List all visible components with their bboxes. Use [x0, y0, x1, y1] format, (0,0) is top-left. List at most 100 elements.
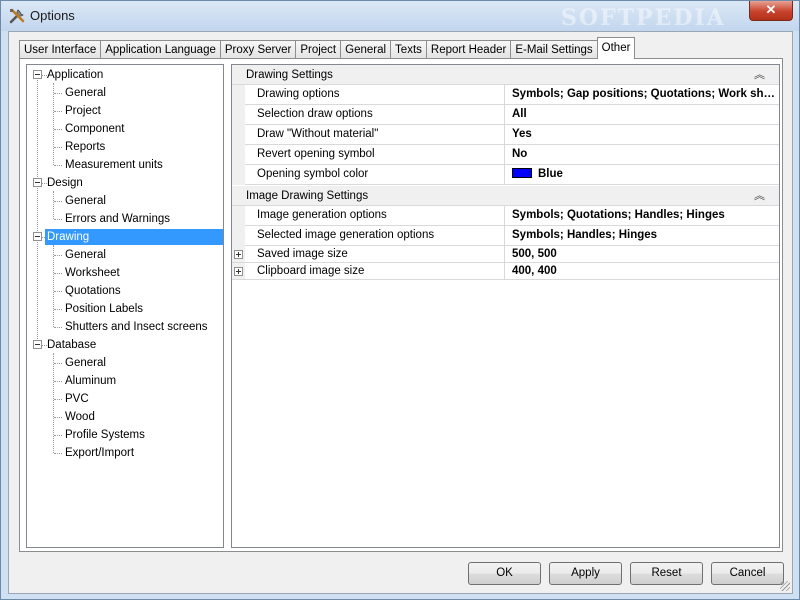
tab-general[interactable]: General: [340, 40, 392, 59]
property-value[interactable]: 400, 400: [508, 263, 778, 279]
tree-connector: [54, 435, 62, 436]
reset-button[interactable]: Reset: [630, 562, 703, 585]
options-window: Options SOFTPEDIA ✕ User Interface Appli…: [0, 0, 800, 600]
tab-application-language[interactable]: Application Language: [100, 40, 221, 59]
tree-item-wood[interactable]: Wood: [63, 409, 97, 425]
tree-item-database-general[interactable]: General: [63, 355, 108, 371]
tree-connector: [54, 417, 62, 418]
tree-item-errors-warnings[interactable]: Errors and Warnings: [63, 211, 172, 227]
property-name: Opening symbol color: [245, 165, 505, 184]
tree-branch-line: [53, 245, 54, 327]
category-drawing-settings[interactable]: Drawing Settings ︽: [232, 65, 779, 85]
tree-item-worksheet[interactable]: Worksheet: [63, 265, 122, 281]
window-title: Options: [30, 8, 75, 23]
tab-panel-other: Application General Project Component Re…: [19, 58, 783, 552]
property-value[interactable]: 500, 500: [508, 246, 778, 262]
tree-connector: [54, 273, 62, 274]
ok-button[interactable]: OK: [468, 562, 541, 585]
tree-item-project[interactable]: Project: [63, 103, 103, 119]
collapse-icon[interactable]: [33, 70, 42, 79]
tree-item-shutters-insect-screens[interactable]: Shutters and Insect screens: [63, 319, 210, 335]
tab-other[interactable]: Other: [596, 37, 636, 59]
property-row[interactable]: Selected image generation options Symbol…: [245, 226, 779, 246]
tree-item-application-general[interactable]: General: [63, 85, 108, 101]
tree-connector: [54, 453, 62, 454]
tree-connector: [54, 327, 62, 328]
tree-item-position-labels[interactable]: Position Labels: [63, 301, 145, 317]
tree-branch-line: [53, 353, 54, 453]
tree-branch-line: [53, 191, 54, 219]
tree-connector: [54, 201, 62, 202]
tree-connector: [54, 309, 62, 310]
property-row[interactable]: Drawing options Symbols; Gap positions; …: [245, 85, 779, 105]
property-row[interactable]: Revert opening symbol No: [245, 145, 779, 165]
tree-connector: [54, 291, 62, 292]
tree-connector: [54, 129, 62, 130]
tab-email-settings[interactable]: E-Mail Settings: [510, 40, 598, 59]
tab-texts[interactable]: Texts: [390, 40, 427, 59]
tree-connector: [54, 165, 62, 166]
close-button[interactable]: ✕: [749, 1, 793, 21]
resize-grip-icon[interactable]: [780, 581, 790, 591]
collapse-chevron-icon[interactable]: ︽: [754, 65, 765, 85]
property-row[interactable]: Draw "Without material" Yes: [245, 125, 779, 145]
tree-connector: [54, 93, 62, 94]
tab-project[interactable]: Project: [295, 40, 342, 59]
property-value[interactable]: All: [508, 105, 778, 124]
property-name: Selection draw options: [245, 105, 505, 124]
tree-item-measurement-units[interactable]: Measurement units: [63, 157, 165, 173]
tree-item-database[interactable]: Database: [45, 337, 98, 353]
property-value[interactable]: Symbols; Quotations; Handles; Hinges: [508, 206, 778, 225]
apply-button[interactable]: Apply: [549, 562, 622, 585]
tree-connector: [54, 255, 62, 256]
dialog-client: User Interface Application Language Prox…: [8, 31, 793, 594]
property-name: Revert opening symbol: [245, 145, 505, 164]
tree-connector: [54, 219, 62, 220]
property-value[interactable]: Yes: [508, 125, 778, 144]
property-value[interactable]: Symbols; Handles; Hinges: [508, 226, 778, 245]
watermark: SOFTPEDIA: [561, 5, 726, 31]
collapse-icon[interactable]: [33, 232, 42, 241]
tab-proxy-server[interactable]: Proxy Server: [219, 40, 297, 59]
property-row[interactable]: Image generation options Symbols; Quotat…: [245, 206, 779, 226]
property-row[interactable]: Opening symbol color Blue: [245, 165, 779, 185]
collapse-chevron-icon[interactable]: ︽: [754, 186, 765, 206]
cancel-button[interactable]: Cancel: [711, 562, 784, 585]
tree-item-design[interactable]: Design: [45, 175, 85, 191]
property-value[interactable]: Symbols; Gap positions; Quotations; Work…: [508, 85, 778, 104]
tree-connector: [54, 147, 62, 148]
tree-item-profile-systems[interactable]: Profile Systems: [63, 427, 147, 443]
tree-item-component[interactable]: Component: [63, 121, 126, 137]
tab-report-header[interactable]: Report Header: [425, 40, 512, 59]
tree-connector: [54, 381, 62, 382]
tree-item-application[interactable]: Application: [45, 67, 105, 83]
tree-item-export-import[interactable]: Export/Import: [63, 445, 136, 461]
property-row-expandable[interactable]: Clipboard image size 400, 400: [232, 263, 779, 280]
property-grid: Drawing Settings ︽ Drawing options Symbo…: [231, 64, 780, 548]
title-bar[interactable]: Options SOFTPEDIA ✕: [1, 1, 799, 31]
collapse-icon[interactable]: [33, 178, 42, 187]
grid-margin: [232, 85, 245, 185]
collapse-icon[interactable]: [33, 340, 42, 349]
tree-item-quotations[interactable]: Quotations: [63, 283, 123, 299]
color-name: Blue: [538, 168, 563, 180]
tree-branch-line: [53, 83, 54, 165]
tree-item-aluminum[interactable]: Aluminum: [63, 373, 118, 389]
property-row-expandable[interactable]: Saved image size 500, 500: [232, 246, 779, 263]
tree-item-drawing-general[interactable]: General: [63, 247, 108, 263]
tree-item-design-general[interactable]: General: [63, 193, 108, 209]
tree-item-pvc[interactable]: PVC: [63, 391, 91, 407]
tree-connector: [54, 363, 62, 364]
tools-icon: [9, 8, 25, 24]
property-value[interactable]: Blue: [508, 165, 778, 184]
tree-item-reports[interactable]: Reports: [63, 139, 107, 155]
category-image-drawing-settings[interactable]: Image Drawing Settings ︽: [232, 186, 779, 206]
property-name: Image generation options: [245, 206, 505, 225]
tree-item-drawing[interactable]: Drawing: [45, 229, 223, 245]
options-tree[interactable]: Application General Project Component Re…: [26, 64, 224, 548]
property-name: Clipboard image size: [232, 263, 505, 279]
property-row[interactable]: Selection draw options All: [245, 105, 779, 125]
color-swatch: [512, 168, 532, 178]
property-value[interactable]: No: [508, 145, 778, 164]
tab-user-interface[interactable]: User Interface: [19, 40, 102, 59]
